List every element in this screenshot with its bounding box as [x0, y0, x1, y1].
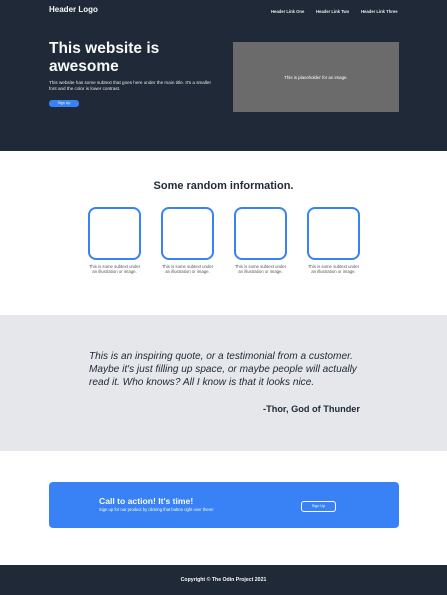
info-title: Some random information.	[153, 180, 294, 192]
testimonial-author: -Thor, God of Thunder	[263, 404, 360, 414]
illustration-placeholder	[88, 207, 141, 260]
footer-copyright: Copyright © The Odin Project 2021	[180, 577, 267, 583]
info-card-caption: This is some subtext under an illustrati…	[234, 264, 287, 274]
info-card-caption: This is some subtext under an illustrati…	[161, 264, 214, 274]
info-card-caption: This is some subtext under an illustrati…	[88, 264, 141, 274]
cta-sign-up-button[interactable]: Sign Up	[301, 501, 336, 512]
nav-link-one[interactable]: Header Link One	[271, 9, 304, 14]
header-logo[interactable]: Header Logo	[49, 5, 98, 14]
illustration-placeholder	[161, 207, 214, 260]
testimonial-quote: This is an inspiring quote, or a testimo…	[89, 351, 357, 388]
call-to-action-banner: Call to action! It's time! Sign up for o…	[49, 482, 399, 528]
hero-subtitle: This website has some subtext that goes …	[49, 80, 211, 91]
testimonial-section: This is an inspiring quote, or a testimo…	[0, 315, 447, 451]
hero-image-placeholder-text: This is placeholder for an image.	[284, 74, 348, 80]
cta-title: Call to action! It's time!	[99, 496, 194, 506]
footer: Copyright © The Odin Project 2021	[0, 565, 447, 595]
hero-title: This website is awesome	[49, 40, 160, 75]
hero-image-placeholder: This is placeholder for an image.	[233, 42, 399, 112]
illustration-placeholder	[234, 207, 287, 260]
nav-link-two[interactable]: Header Link Two	[316, 9, 349, 14]
cta-subtitle: Sign up for our product by clicking that…	[99, 507, 214, 512]
illustration-placeholder	[307, 207, 360, 260]
info-card: This is some subtext under an illustrati…	[234, 207, 287, 274]
hero-sign-up-button[interactable]: Sign Up	[49, 100, 79, 107]
info-card: This is some subtext under an illustrati…	[307, 207, 360, 274]
info-card: This is some subtext under an illustrati…	[161, 207, 214, 274]
nav-link-three[interactable]: Header Link Three	[361, 9, 398, 14]
info-card-caption: This is some subtext under an illustrati…	[307, 264, 360, 274]
info-card: This is some subtext under an illustrati…	[88, 207, 141, 274]
hero-section: Header Logo Header Link One Header Link …	[0, 0, 447, 151]
